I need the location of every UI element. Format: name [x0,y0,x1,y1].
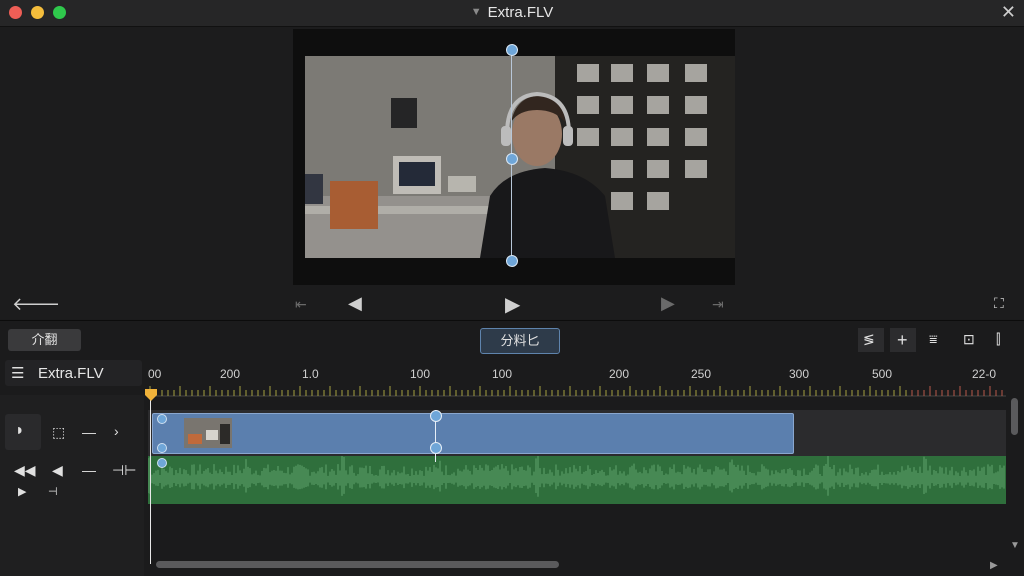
scroll-down-icon[interactable]: ▼ [1010,540,1020,551]
ruler-label: 300 [789,367,810,381]
chevron-down-icon[interactable]: ▼ [471,6,482,18]
window-title: ▼ Extra.FLV [470,4,554,21]
play-icon[interactable]: ▶ [505,292,520,317]
audio-handle[interactable] [157,458,167,468]
clip-thumbnail-image [184,418,232,448]
left-toolbar-button[interactable]: 介翻 [8,329,81,351]
scroll-right-icon[interactable]: ▶ [990,560,998,571]
split-handle-bottom[interactable] [430,442,442,454]
guide-handle-top[interactable] [506,44,518,56]
track-select-button[interactable]: ◗ [5,414,41,450]
chevron-right-icon[interactable]: › [114,423,119,439]
ruler-label: 100 [410,367,431,381]
ruler-label: 1.0 [302,367,319,381]
audio-waveform [147,452,1005,497]
ruler-label: 00 [148,367,162,381]
ruler-label: 250 [691,367,712,381]
title-bar: ▼ Extra.FLV ✕ [0,0,1024,27]
split-icon[interactable]: ⫿ [996,331,1000,348]
add-button[interactable]: + [890,328,916,352]
empty-track-area [148,504,1006,558]
ruler-label: 22-0 [972,367,997,381]
audio-waves-icon: ≶ [863,331,875,347]
track-header[interactable]: ☰ Extra.FLV [5,360,142,386]
split-small-icon[interactable]: ⊣⊢ [112,462,136,479]
step-back-icon[interactable]: ◀ [348,293,362,314]
audio-track[interactable] [147,452,1006,504]
horizontal-scrollbar[interactable] [156,561,559,568]
add-icon: + [897,330,908,350]
minus-icon[interactable]: — [82,424,96,440]
minus-small-icon[interactable]: — [82,462,96,478]
split-handle-top[interactable] [430,410,442,422]
playhead-line[interactable] [150,396,151,564]
track-name: Extra.FLV [38,365,104,382]
playhead-marker[interactable] [144,388,158,402]
audio-waves-button[interactable]: ≶ [858,328,884,352]
close-icon[interactable]: ✕ [1001,2,1016,23]
clip-icon: ◗ [15,422,25,439]
guide-handle-bottom[interactable] [506,255,518,267]
arrow-left-icon[interactable]: 🡐 [12,294,60,315]
trim-icon[interactable]: ⬚ [52,424,65,441]
filter-icon[interactable]: ⩸ [929,331,938,348]
layers-icon: ☰ [11,365,25,382]
ruler-label: 100 [492,367,513,381]
clip-handle-start-bottom[interactable] [157,443,167,453]
play-small-icon[interactable]: ▶ [18,485,26,498]
guide-handle-middle[interactable] [506,153,518,165]
video-frame-image [305,56,735,258]
divider [0,320,1024,321]
marker-icon[interactable]: ⊣ [48,485,58,498]
ruler-label: 200 [609,367,630,381]
clip-thumbnail [184,418,232,448]
center-toolbar-button[interactable]: 分料匕 [480,328,560,354]
video-clip[interactable] [152,413,794,454]
skip-to-end-icon[interactable]: ⇥ [712,296,724,313]
fullscreen-icon[interactable]: ⛶ [994,295,1004,312]
ruler-label: 200 [220,367,241,381]
clip-handle-start-top[interactable] [157,414,167,424]
skip-to-start-icon[interactable]: ⇤ [295,296,307,313]
video-frame [305,56,735,258]
step-back-small-icon[interactable]: ◀ [52,462,63,479]
step-forward-icon[interactable]: ▶ [661,293,675,314]
frame-icon[interactable]: ⊡ [963,331,975,348]
rewind-icon[interactable]: ◀◀ [14,462,36,479]
ruler-label: 500 [872,367,893,381]
vertical-scrollbar[interactable] [1011,398,1018,435]
